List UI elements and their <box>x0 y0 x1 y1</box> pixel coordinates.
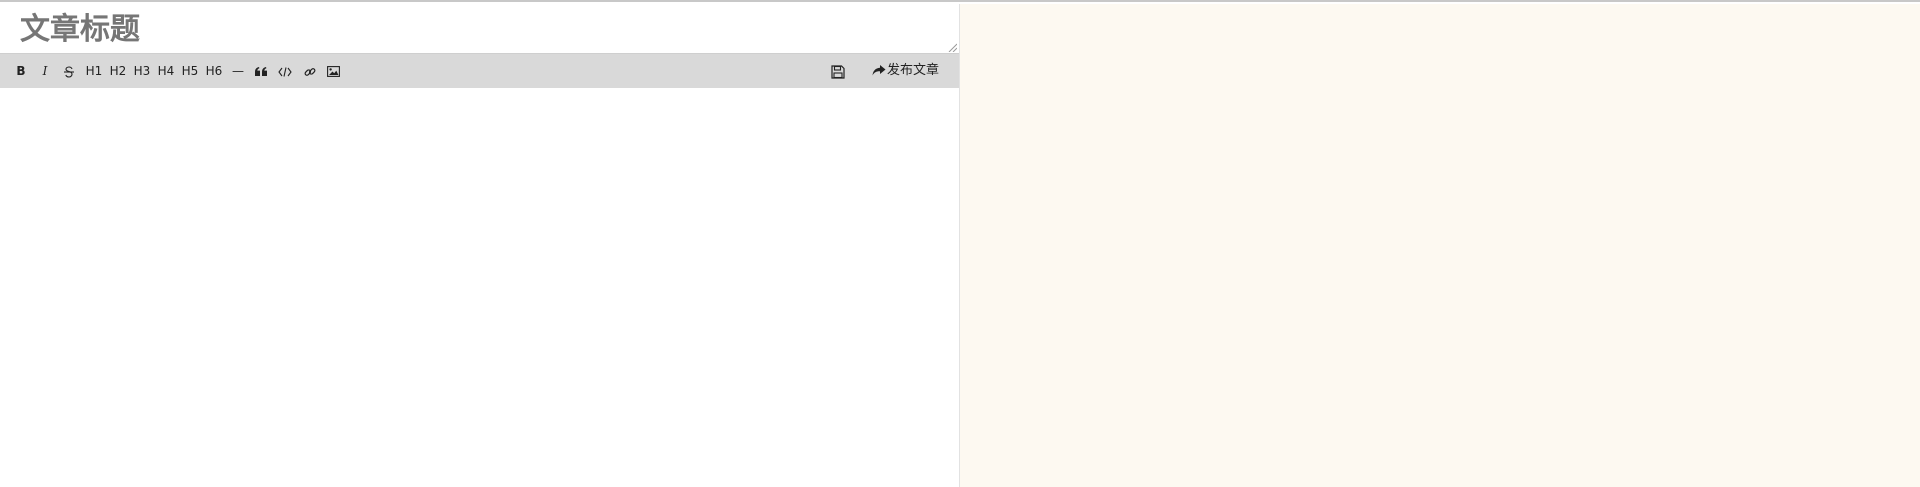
resize-grip-icon[interactable] <box>948 43 957 52</box>
h6-button[interactable]: H6 <box>205 61 223 81</box>
editor-app: B I H1 H2 H3 H4 H5 H6 — <box>0 0 1920 487</box>
code-icon <box>278 66 292 77</box>
title-input[interactable] <box>0 4 959 54</box>
code-button[interactable] <box>278 61 292 81</box>
image-button[interactable] <box>326 61 341 81</box>
link-icon <box>304 67 316 76</box>
save-button[interactable] <box>830 61 846 81</box>
h5-button[interactable]: H5 <box>181 61 199 81</box>
h4-button[interactable]: H4 <box>157 61 175 81</box>
save-icon <box>831 64 845 79</box>
editor-pane: B I H1 H2 H3 H4 H5 H6 — <box>0 4 959 487</box>
quote-icon <box>255 66 267 76</box>
h2-button[interactable]: H2 <box>109 61 127 81</box>
strikethrough-icon <box>64 65 74 78</box>
h3-button[interactable]: H3 <box>133 61 151 81</box>
preview-pane <box>959 4 1920 487</box>
bold-button[interactable]: B <box>15 61 27 81</box>
share-arrow-icon <box>872 65 886 76</box>
publish-button[interactable]: 发布文章 <box>872 61 939 81</box>
editor-toolbar: B I H1 H2 H3 H4 H5 H6 — 发布文章 <box>0 54 959 88</box>
publish-label: 发布文章 <box>886 63 939 78</box>
markdown-editor-area[interactable] <box>0 88 959 487</box>
horizontal-rule-button[interactable]: — <box>231 61 245 81</box>
image-icon <box>327 66 340 77</box>
h1-button[interactable]: H1 <box>85 61 103 81</box>
italic-button[interactable]: I <box>40 61 50 81</box>
blockquote-button[interactable] <box>254 61 268 81</box>
link-button[interactable] <box>303 61 317 81</box>
strikethrough-button[interactable] <box>62 61 76 81</box>
